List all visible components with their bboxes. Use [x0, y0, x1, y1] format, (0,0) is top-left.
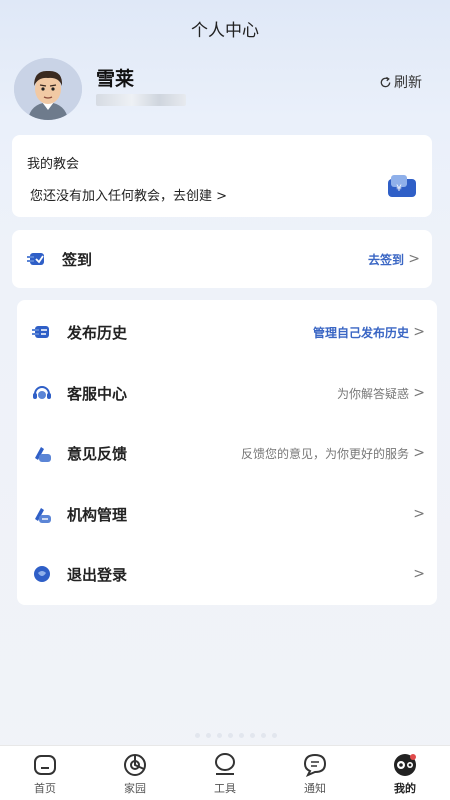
menu-item-logout[interactable]: 退出登录 > — [17, 545, 437, 603]
chat-bubble-icon — [303, 753, 327, 777]
logout-icon — [34, 566, 50, 582]
checkin-hint: 去签到 — [367, 252, 404, 267]
tools-icon — [215, 753, 235, 775]
org-management-icon — [35, 508, 51, 523]
page-dot — [239, 733, 244, 738]
home-icon — [34, 755, 56, 775]
publish-history-icon — [32, 326, 49, 338]
profile-section: 雪莱 刷新 — [14, 58, 436, 120]
menu-item-label: 客服中心 — [67, 384, 128, 403]
username: 雪莱 — [96, 68, 135, 90]
avatar[interactable] — [14, 58, 82, 120]
menu-item-hint: 管理自己发布历史 — [312, 325, 409, 340]
page-dot — [206, 733, 211, 738]
my-church-card: 我的教会 您还没有加入任何教会，去创建 > ¥ — [12, 135, 432, 217]
checkin-label: 签到 — [62, 250, 93, 269]
menu-item-label: 意见反馈 — [67, 444, 128, 463]
menu-item-label: 机构管理 — [67, 505, 128, 524]
chevron-right-icon: > — [413, 324, 425, 340]
nav-label: 工具 — [214, 782, 236, 795]
create-church-link[interactable]: 您还没有加入任何教会，去创建 > — [30, 185, 227, 204]
pie-chart-icon — [124, 754, 146, 776]
refresh-label: 刷新 — [394, 75, 422, 91]
nav-label: 首页 — [34, 782, 56, 795]
page-dot — [228, 733, 233, 738]
svg-text:¥: ¥ — [396, 184, 402, 194]
page-indicator — [195, 733, 277, 738]
nav-item-notifications[interactable]: 通知 — [270, 746, 360, 800]
nav-item-community[interactable]: 家园 — [90, 746, 180, 800]
page-dot — [261, 733, 266, 738]
checkin-row[interactable]: 签到 去签到 > — [12, 230, 432, 288]
chevron-right-icon: > — [413, 506, 425, 522]
menu-item-org-management[interactable]: 机构管理 > — [17, 485, 437, 543]
page-title: 个人中心 — [191, 21, 259, 41]
feedback-icon — [35, 447, 51, 462]
my-church-title: 我的教会 — [27, 157, 80, 172]
chevron-right-icon: > — [408, 251, 420, 267]
nav-label: 我的 — [394, 782, 416, 795]
chevron-right-icon: > — [413, 385, 425, 401]
nav-label: 家园 — [124, 782, 146, 795]
chevron-right-icon: > — [413, 566, 425, 582]
page-dot — [217, 733, 222, 738]
refresh-button[interactable]: 刷新 — [379, 72, 422, 92]
mascot-icon — [394, 754, 416, 776]
bottom-nav: 首页 家园 工具 通知 我的 — [0, 745, 450, 800]
menu-item-hint: 为你解答疑惑 — [336, 386, 409, 401]
page-dot — [250, 733, 255, 738]
checkin-card[interactable]: 签到 去签到 > — [12, 230, 432, 288]
menu-item-publish-history[interactable]: 发布历史 管理自己发布历史 > — [17, 303, 437, 361]
page-dot — [272, 733, 277, 738]
nav-item-mine[interactable]: 我的 — [360, 746, 450, 800]
headset-icon — [33, 386, 51, 399]
nav-label: 通知 — [304, 782, 326, 795]
refresh-icon — [380, 76, 391, 87]
menu-item-label: 退出登录 — [67, 565, 128, 584]
menu-card: 发布历史 管理自己发布历史 > 客服中心 为你解答疑惑 > 意见反馈 反馈您的意… — [17, 300, 437, 605]
menu-item-hint: 反馈您的意见，为你更好的服务 — [240, 446, 409, 461]
page-dot — [195, 733, 200, 738]
wallet-icon: ¥ — [388, 175, 416, 197]
nav-item-tools[interactable]: 工具 — [180, 746, 270, 800]
nav-item-home[interactable]: 首页 — [0, 746, 90, 800]
menu-item-label: 发布历史 — [67, 323, 128, 342]
chevron-right-icon: > — [413, 445, 425, 461]
user-id-masked — [96, 94, 186, 106]
menu-item-customer-service[interactable]: 客服中心 为你解答疑惑 > — [17, 364, 437, 422]
menu-item-feedback[interactable]: 意见反馈 反馈您的意见，为你更好的服务 > — [17, 424, 437, 482]
checkin-icon — [27, 253, 44, 265]
